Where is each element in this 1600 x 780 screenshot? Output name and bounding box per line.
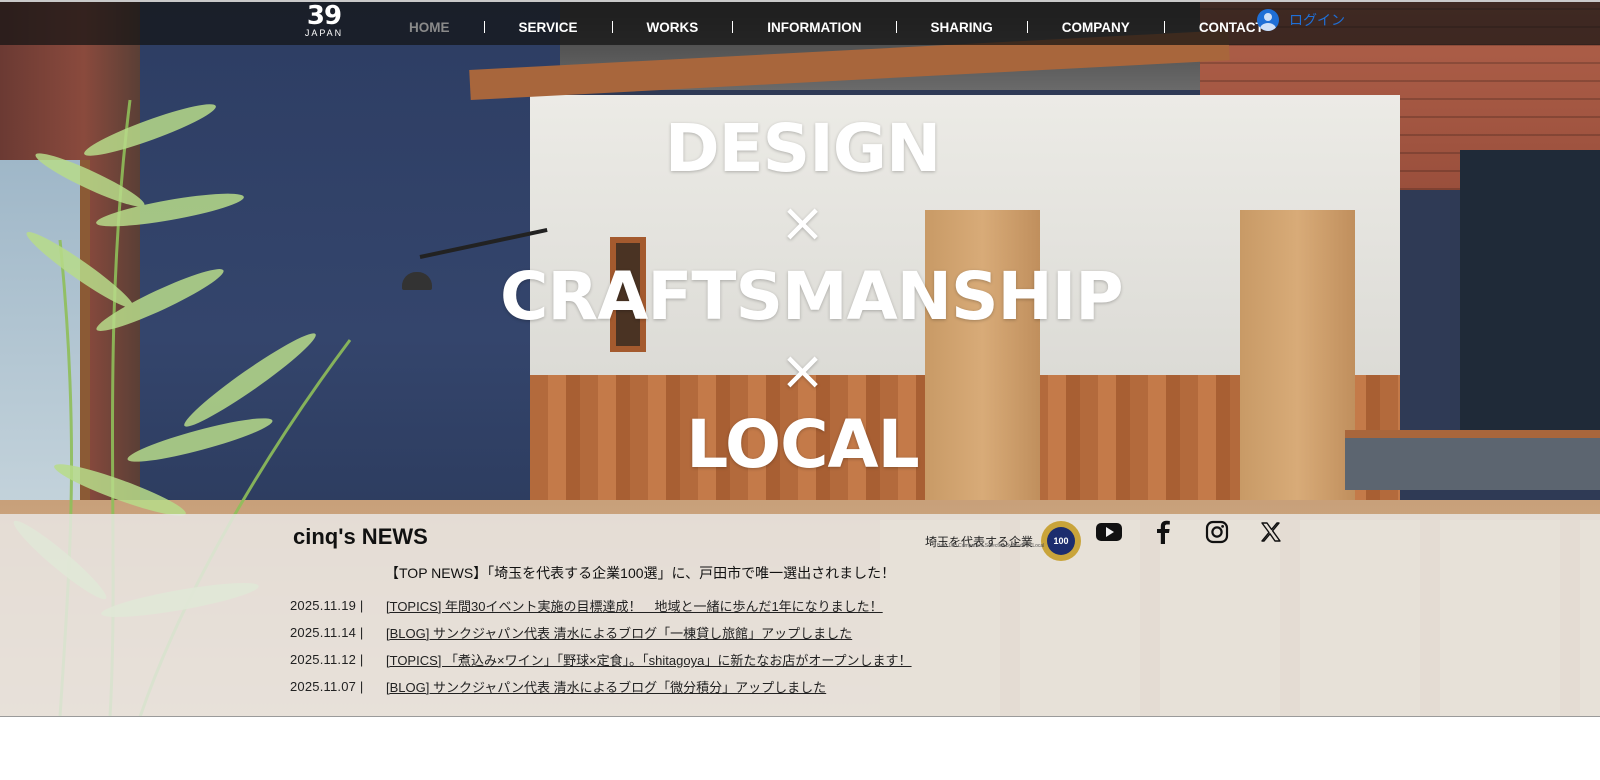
hero-times-symbol: × — [779, 339, 826, 402]
x-icon[interactable] — [1257, 518, 1285, 546]
nav-item-sharing[interactable]: SHARING — [897, 20, 1027, 35]
user-avatar-icon — [1257, 9, 1279, 31]
social-links — [1095, 518, 1311, 546]
news-title: cinq's NEWS — [293, 524, 428, 549]
news-link[interactable]: [TOPICS] 「煮込み×ワイン」「野球×定食」。「shitagoya」に新た… — [386, 650, 912, 669]
news-link[interactable]: [BLOG] サンクジャパン代表 清水によるブログ「微分積分」アップしました — [386, 677, 826, 696]
award-seal-number: 100 — [1047, 527, 1076, 555]
award-seal-icon: 100 — [1041, 521, 1082, 561]
nav-item-home[interactable]: HOME — [375, 20, 484, 35]
news-item: 2025.11.12 | [TOPICS] 「煮込み×ワイン」「野球×定食」。「… — [290, 646, 912, 673]
hero-line-craftsmanship: CRAFTSMANSHIP — [500, 258, 1124, 335]
top-navigation-bar: 39 JAPAN HOME SERVICE WORKS INFORMATION … — [0, 0, 1600, 45]
facebook-icon[interactable] — [1149, 518, 1177, 546]
news-date: 2025.11.07 | — [290, 679, 364, 694]
instagram-icon[interactable] — [1203, 518, 1231, 546]
news-list: 2025.11.19 | [TOPICS] 年間30イベント実施の目標達成！ 地… — [290, 592, 912, 700]
news-item: 2025.11.14 | [BLOG] サンクジャパン代表 清水によるブログ「一… — [290, 619, 912, 646]
news-date: 2025.11.14 | — [290, 625, 364, 640]
scene-dark-wall — [1460, 150, 1600, 450]
news-link[interactable]: [TOPICS] 年間30イベント実施の目標達成！ 地域と一緒に歩んだ1年になり… — [386, 596, 883, 615]
site-logo[interactable]: 39 JAPAN — [296, 1, 352, 38]
news-panel: cinq's NEWS 【TOP NEWS】「埼玉を代表する企業100選」に、戸… — [0, 514, 1600, 717]
award-badge-subtext: Best 100 Companies Selected By Made In L… — [937, 543, 1045, 549]
login-button[interactable]: ログイン — [1257, 9, 1345, 31]
hero-headline: DESIGN × CRAFTSMANSHIP × LOCAL — [500, 110, 1124, 483]
nav-item-works[interactable]: WORKS — [613, 20, 733, 35]
nav-item-company[interactable]: COMPANY — [1028, 20, 1164, 35]
youtube-icon[interactable] — [1095, 518, 1123, 546]
scene-door-panel — [1240, 210, 1355, 510]
scene-counter — [1345, 430, 1600, 490]
top-news-headline: 【TOP NEWS】「埼玉を代表する企業100選」に、戸田市で唯一選出されました… — [385, 565, 896, 581]
logo-subtitle: JAPAN — [304, 28, 344, 38]
award-badge[interactable]: 埼玉を代表する企業 Best 100 Companies Selected By… — [925, 521, 1082, 561]
news-item: 2025.11.07 | [BLOG] サンクジャパン代表 清水によるブログ「微… — [290, 673, 912, 700]
news-link[interactable]: [BLOG] サンクジャパン代表 清水によるブログ「一棟貸し旅館」アップしました — [386, 623, 852, 642]
news-date: 2025.11.12 | — [290, 652, 364, 667]
hero-line-local: LOCAL — [686, 406, 919, 483]
news-item: 2025.11.19 | [TOPICS] 年間30イベント実施の目標達成！ 地… — [290, 592, 912, 619]
login-label: ログイン — [1289, 12, 1345, 28]
logo-number: 39 — [306, 1, 342, 31]
nav-item-information[interactable]: INFORMATION — [733, 20, 895, 35]
news-date: 2025.11.19 | — [290, 598, 364, 613]
hero-line-design: DESIGN — [664, 110, 941, 187]
nav-item-service[interactable]: SERVICE — [485, 20, 612, 35]
hero-times-symbol: × — [779, 191, 826, 254]
main-nav: HOME SERVICE WORKS INFORMATION SHARING C… — [375, 10, 1298, 44]
